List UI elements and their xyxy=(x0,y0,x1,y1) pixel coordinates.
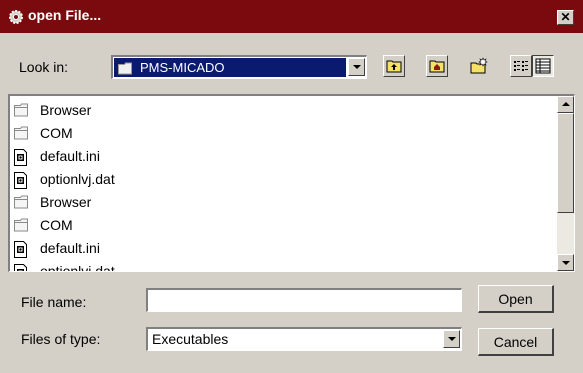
new-folder-icon xyxy=(470,57,488,74)
files-of-type-arrow-icon[interactable] xyxy=(443,330,460,348)
open-button[interactable]: Open xyxy=(478,285,554,313)
file-name-field[interactable] xyxy=(146,288,462,312)
title-bar: open File... ✕ xyxy=(0,0,583,33)
list-item-label: COM xyxy=(40,125,73,141)
list-view-button[interactable] xyxy=(510,55,532,77)
file-icon xyxy=(14,149,28,169)
folder-icon xyxy=(118,62,132,75)
new-folder-button[interactable] xyxy=(468,55,490,77)
up-one-level-icon xyxy=(386,60,402,73)
cancel-button[interactable]: Cancel xyxy=(478,328,554,356)
file-name-label: File name: xyxy=(21,294,87,310)
app-gear-icon xyxy=(9,10,23,24)
files-of-type-value: Executables xyxy=(152,331,229,347)
up-one-level-button[interactable] xyxy=(383,55,405,77)
look-in-dropdown[interactable]: PMS-MICADO xyxy=(111,55,367,79)
folder-icon xyxy=(14,103,32,120)
files-of-type-dropdown[interactable]: Executables xyxy=(146,327,462,351)
details-view-icon xyxy=(535,58,551,74)
list-item-label: default.ini xyxy=(40,148,100,164)
list-item-label: COM xyxy=(40,217,73,233)
window-title: open File... xyxy=(28,7,102,23)
list-view-icon xyxy=(514,61,528,71)
scroll-down-icon[interactable] xyxy=(557,254,574,271)
folder-icon xyxy=(14,218,32,235)
look-in-value: PMS-MICADO xyxy=(140,60,225,75)
list-item-label: Browser xyxy=(40,194,92,210)
file-icon xyxy=(14,241,28,261)
file-icon xyxy=(14,264,28,271)
list-item-label: optionlvj.dat xyxy=(40,263,115,272)
vertical-scrollbar[interactable] xyxy=(557,96,574,271)
look-in-label: Look in: xyxy=(19,59,69,75)
file-name-input[interactable] xyxy=(152,292,456,310)
folder-icon xyxy=(14,195,32,212)
file-list[interactable]: Browser COM default.ini optionlvj.dat Browse… xyxy=(8,94,575,272)
list-item-label: default.ini xyxy=(40,240,100,256)
details-view-button[interactable] xyxy=(532,55,554,77)
look-in-dropdown-arrow-icon[interactable] xyxy=(348,58,365,76)
close-button[interactable]: ✕ xyxy=(557,10,574,25)
file-icon xyxy=(14,172,28,192)
look-in-selected: PMS-MICADO xyxy=(114,58,346,77)
list-item-label: Browser xyxy=(40,102,92,118)
folder-icon xyxy=(14,126,32,143)
scroll-up-icon[interactable] xyxy=(557,96,574,113)
home-folder-icon xyxy=(429,60,445,73)
home-folder-button[interactable] xyxy=(426,55,448,77)
scroll-thumb[interactable] xyxy=(557,113,574,213)
list-item-label: optionlvj.dat xyxy=(40,171,115,187)
files-of-type-label: Files of type: xyxy=(21,331,101,347)
